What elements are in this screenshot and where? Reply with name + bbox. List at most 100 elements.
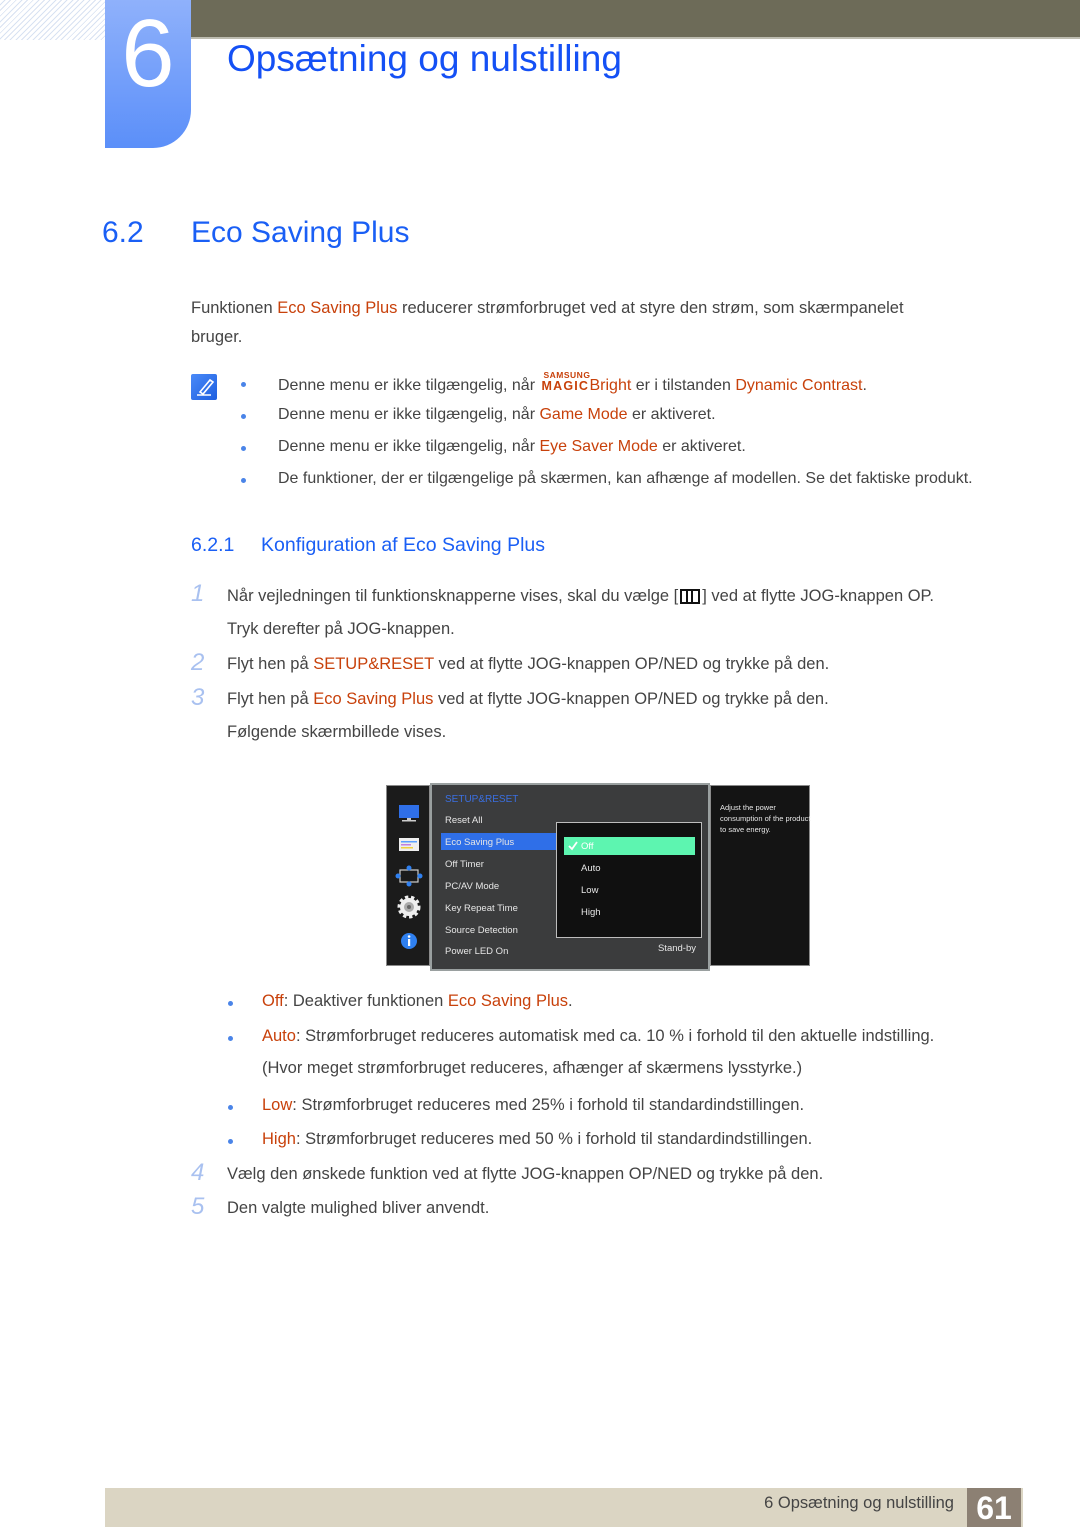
bullet-icon <box>241 382 246 387</box>
bullet-icon <box>241 414 246 419</box>
osd-menu-item-power-led-on[interactable]: Power LED On <box>445 946 508 957</box>
note-highlight: Eye Saver Mode <box>539 438 658 455</box>
note-icon <box>191 374 217 400</box>
note-text: Denne menu er ikke tilgængelig, når <box>278 438 540 455</box>
step-text-part: Flyt hen på <box>227 690 314 708</box>
option-text: : Strømforbruget reduceres med 25% i for… <box>292 1096 805 1114</box>
note-text: Denne menu er ikke tilgængelig, når <box>278 377 540 394</box>
option-text: : Deaktiver funktionen <box>283 992 448 1010</box>
note-text: er aktiveret. <box>657 438 746 455</box>
option-text: . <box>568 992 573 1010</box>
step-text-part: ved at flytte JOG-knappen OP/NED og tryk… <box>433 690 829 708</box>
osd-help-panel: Adjust the power consumption of the prod… <box>710 785 810 966</box>
note-item: Denne menu er ikke tilgængelig, når Game… <box>278 406 716 424</box>
option-item-auto: Auto: Strømforbruget reduceres automatis… <box>262 1027 934 1046</box>
osd-option-high[interactable]: High <box>581 907 601 918</box>
osd-option-low[interactable]: Low <box>581 885 598 896</box>
osd-menu-item-pc-av-mode[interactable]: PC/AV Mode <box>445 881 499 892</box>
option-text-line2: (Hvor meget strømforbruget reduceres, af… <box>262 1059 803 1077</box>
osd-icon-column <box>386 785 430 966</box>
subsection-title-text: Konfiguration af Eco Saving Plus <box>261 534 546 556</box>
note-item: De funktioner, der er tilgængelige på sk… <box>278 470 973 488</box>
step-text: Flyt hen på SETUP&RESET ved at flytte JO… <box>227 655 829 674</box>
bullet-icon <box>228 1036 233 1041</box>
osd-submenu: Off Auto Low High <box>556 822 702 938</box>
osd-menu-item-source-detection[interactable]: Source Detection <box>445 925 518 936</box>
logo-magic: MAGIC <box>541 379 590 393</box>
note-item: Denne menu er ikke tilgængelig, når SAMS… <box>278 370 867 395</box>
option-label: High <box>262 1130 296 1148</box>
page-number: 61 <box>967 1488 1021 1527</box>
picture-settings-icon <box>399 838 419 851</box>
step-number: 5 <box>191 1193 205 1220</box>
option-item-low: Low: Strømforbruget reduceres med 25% i … <box>262 1096 804 1115</box>
step-text-part: ved at flytte JOG-knappen OP/NED og tryk… <box>433 655 830 673</box>
note-highlight: Dynamic Contrast <box>735 377 863 394</box>
osd-option-off[interactable]: Off <box>581 841 594 852</box>
option-label: Off <box>262 992 284 1010</box>
section-number: 6.2 <box>102 216 144 249</box>
step-text-line2: Tryk derefter på JOG-knappen. <box>227 620 455 638</box>
note-text: Denne menu er ikke tilgængelig, når <box>278 406 540 423</box>
bullet-icon <box>228 1001 233 1006</box>
intro-highlight: Eco Saving Plus <box>277 299 398 317</box>
osd-help-text: Adjust the power consumption of the prod… <box>720 803 811 834</box>
osd-menu-header: SETUP&RESET <box>445 794 519 805</box>
bullet-icon <box>228 1139 233 1144</box>
section-title: 6.2 Eco Saving Plus <box>102 216 409 250</box>
step-number: 4 <box>191 1159 205 1186</box>
header-bar <box>190 0 1080 37</box>
note-text: . <box>862 377 867 394</box>
osd-menu-item-eco-saving-plus[interactable]: Eco Saving Plus <box>445 837 514 848</box>
intro-paragraph: Funktionen Eco Saving Plus reducerer str… <box>191 294 904 352</box>
note-text: er aktiveret. <box>627 406 716 423</box>
option-text: : Strømforbruget reduceres med 50 % i fo… <box>295 1130 813 1148</box>
checkmark-icon <box>568 841 578 851</box>
step-text: Flyt hen på Eco Saving Plus ved at flytt… <box>227 690 829 709</box>
monitor-icon <box>399 805 419 822</box>
chapter-tab: 6 <box>105 0 191 148</box>
intro-text: Funktionen <box>191 299 278 317</box>
step-number: 3 <box>191 684 205 711</box>
step-text: Når vejledningen til funktionsknapperne … <box>227 587 934 606</box>
option-item-high: High: Strømforbruget reduceres med 50 % … <box>262 1130 812 1149</box>
step-text-part: Flyt hen på <box>227 655 314 673</box>
option-label: Auto <box>262 1027 296 1045</box>
osd-menu-item-key-repeat-time[interactable]: Key Repeat Time <box>445 903 518 914</box>
chapter-title: Opsætning og nulstilling <box>227 38 622 79</box>
step-text-part: ] ved at flytte JOG-knappen OP. <box>702 587 934 605</box>
note-item: Denne menu er ikke tilgængelig, når Eye … <box>278 438 746 456</box>
osd-power-led-value: Stand-by <box>657 943 696 954</box>
step-text-part: Når vejledningen til funktionsknapperne … <box>227 587 679 605</box>
chapter-number: 6 <box>121 0 175 107</box>
note-text: er i tilstanden <box>631 377 736 394</box>
option-label: Low <box>262 1096 293 1114</box>
option-highlight: Eco Saving Plus <box>447 992 569 1010</box>
samsung-magic-logo: SAMSUNG MAGIC <box>541 370 590 393</box>
logo-bright: Bright <box>589 377 632 394</box>
note-text: De funktioner, der er tilgængelige på sk… <box>278 470 973 487</box>
gear-icon <box>397 895 421 919</box>
subsection-number: 6.2.1 <box>191 534 235 556</box>
step-number: 2 <box>191 649 205 676</box>
osd-menu-item-off-timer[interactable]: Off Timer <box>445 859 484 870</box>
osd-menu-item-reset-all[interactable]: Reset All <box>445 815 483 826</box>
info-icon <box>401 933 417 949</box>
step-highlight: Eco Saving Plus <box>313 690 434 708</box>
step-text-line2: Følgende skærmbillede vises. <box>227 723 447 741</box>
intro-text-rest: reducerer strømforbruget ved at styre de… <box>397 299 904 317</box>
section-title-text: Eco Saving Plus <box>191 216 410 249</box>
step-highlight: SETUP&RESET <box>313 655 434 673</box>
osd-option-auto[interactable]: Auto <box>581 863 601 874</box>
decorative-hatch <box>0 0 105 40</box>
step-number: 1 <box>191 580 205 607</box>
position-icon <box>395 865 423 887</box>
footer-chapter-text: 6 Opsætning og nulstilling <box>764 1494 954 1512</box>
intro-line2: bruger. <box>191 328 243 346</box>
bullet-icon <box>241 478 246 483</box>
bullet-icon <box>241 446 246 451</box>
step-text: Vælg den ønskede funktion ved at flytte … <box>227 1165 824 1183</box>
note-highlight: Game Mode <box>539 406 628 423</box>
subsection-title: 6.2.1 Konfiguration af Eco Saving Plus <box>191 534 545 557</box>
option-text: : Strømforbruget reduceres automatisk me… <box>295 1027 935 1045</box>
